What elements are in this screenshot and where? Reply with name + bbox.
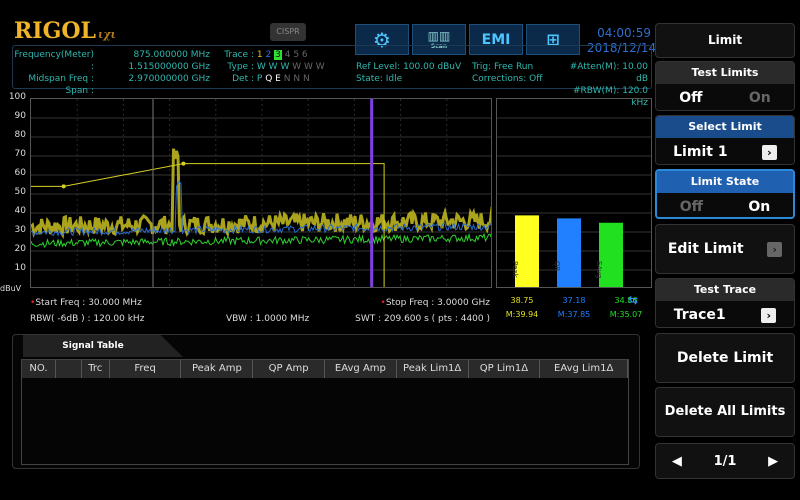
y-tick-label: 20 — [14, 244, 26, 254]
limit-point — [181, 161, 186, 166]
rigol-logo: RIGOL ιχι — [14, 18, 116, 44]
column-header[interactable] — [56, 360, 82, 378]
refresh-icon[interactable]: ⇆ — [628, 293, 638, 307]
meter-bar-panel: Peak QP EAvg — [496, 98, 652, 288]
rbw: RBW( -6dB ) : 120.00 kHz — [30, 314, 145, 324]
column-header[interactable]: Peak Lim1Δ — [397, 360, 469, 378]
bar-label: EAvg — [595, 261, 603, 278]
y-tick-label: 60 — [14, 168, 26, 178]
start-freq[interactable]: •Start Freq : 30.000 MHz — [30, 298, 142, 308]
signal-table-panel: Signal Table NO. Trc Freq Peak Amp QP Amp EAv… — [12, 334, 640, 469]
column-header[interactable]: Trc — [82, 360, 110, 378]
column-header[interactable]: EAvg Lim1Δ — [540, 360, 629, 378]
vbw: VBW : 1.0000 MHz — [226, 314, 310, 324]
delete-all-limits-button[interactable]: Delete All Limits — [655, 387, 795, 437]
y-tick-label: 30 — [14, 225, 26, 235]
column-header[interactable]: Peak Amp — [181, 360, 254, 378]
y-tick-label: 10 — [14, 263, 26, 273]
y-tick-label: 70 — [14, 149, 26, 159]
chevron-right-icon: › — [761, 144, 777, 160]
limit-state-toggle[interactable]: Limit State Off On — [655, 169, 795, 219]
chevron-right-icon: › — [761, 307, 777, 323]
column-header[interactable]: EAvg Amp — [325, 360, 397, 378]
bar-label: Peak — [511, 261, 519, 279]
column-header[interactable]: Freq — [110, 360, 182, 378]
limit-title: Limit — [655, 23, 795, 58]
column-header[interactable]: QP Amp — [253, 360, 326, 378]
y-tick-label: 80 — [14, 130, 26, 140]
table-header: NO. Trc Freq Peak Amp QP Amp EAvg Amp Peak Lim… — [22, 360, 629, 378]
swt: SWT : 209.600 s ( pts : 4400 ) — [355, 314, 490, 324]
limit-point — [61, 184, 66, 189]
tab-signal-table[interactable]: Signal Table — [23, 335, 183, 357]
column-header[interactable]: QP Lim1Δ — [469, 360, 541, 378]
y-tick-label: 90 — [14, 111, 26, 121]
edit-limit-button[interactable]: Edit Limit › — [655, 224, 795, 274]
spectrum-plot[interactable] — [30, 98, 492, 288]
stop-freq[interactable]: •Stop Freq : 3.0000 GHz — [378, 298, 490, 308]
y-tick-label: 40 — [14, 206, 26, 216]
chevron-right-icon: › — [767, 241, 783, 257]
test-limits-toggle[interactable]: Test Limits Off On — [655, 61, 795, 111]
cispr-badge[interactable]: CISPR — [270, 23, 306, 41]
next-page-icon[interactable]: ▶ — [768, 454, 778, 469]
meter-bar — [557, 218, 581, 287]
y-unit-label: dBuV — [0, 284, 22, 293]
prev-page-icon[interactable]: ◀ — [672, 454, 682, 469]
column-header[interactable]: NO. — [22, 360, 56, 378]
select-limit[interactable]: Select Limit Limit 1 › — [655, 115, 795, 165]
y-tick-label: 50 — [14, 187, 26, 197]
y-tick-label: 100 — [8, 92, 26, 102]
page-nav: ◀ 1/1 ▶ — [655, 443, 795, 479]
bar-label: QP — [553, 261, 561, 271]
trace-info[interactable]: Trace : 1 2 3 4 5 6 Type : W W W W W W D… — [222, 49, 342, 85]
test-trace-select[interactable]: Test Trace Trace1 › — [655, 278, 795, 328]
delete-limit-button[interactable]: Delete Limit — [655, 333, 795, 383]
freq-values: 875.000000 MHz 1.515000000 GHz 2.970000000… — [128, 50, 210, 84]
scan-icon: ▥▥ — [427, 29, 451, 43]
signal-table: NO. Trc Freq Peak Amp QP Amp EAvg Amp Peak Lim… — [21, 359, 629, 465]
trace-line — [31, 148, 491, 240]
